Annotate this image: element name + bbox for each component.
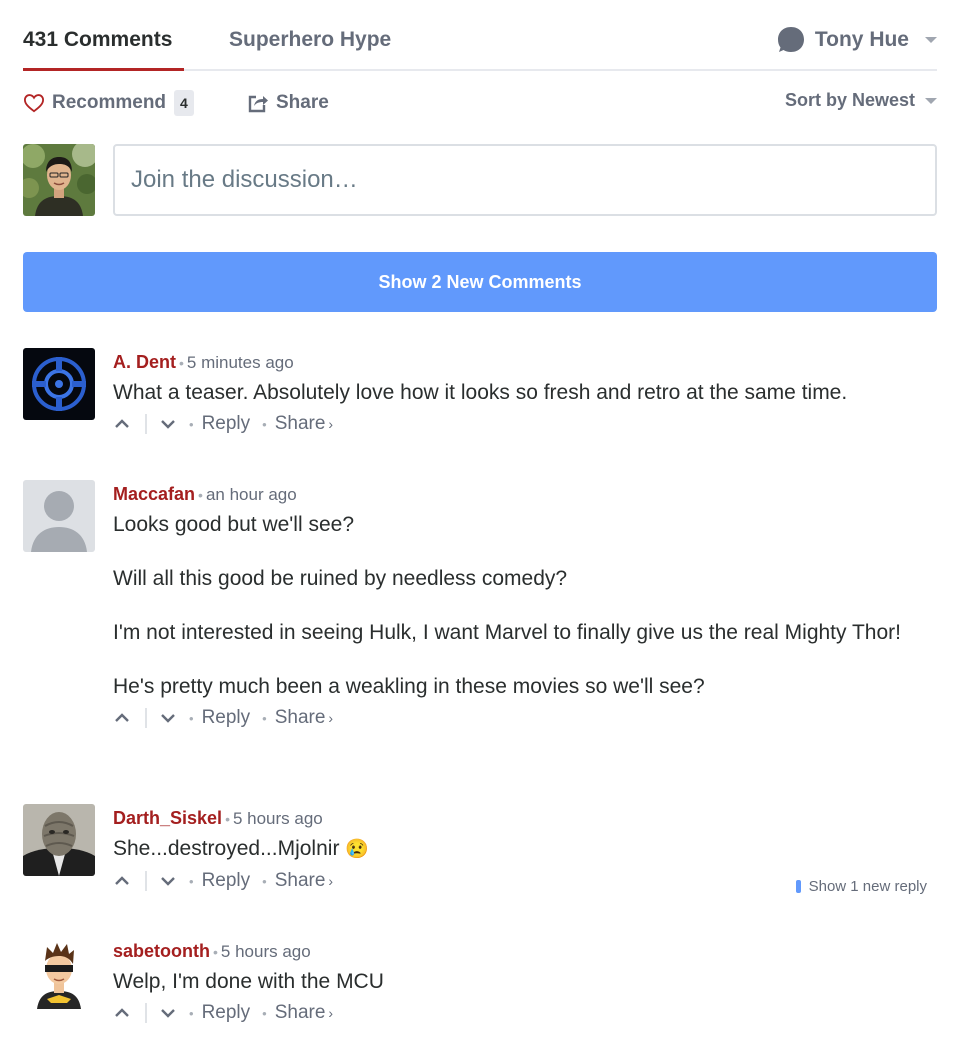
tab-comments[interactable]: 431 Comments: [23, 28, 172, 52]
crying-face-emoji: 😢: [345, 839, 369, 860]
downvote-icon[interactable]: [159, 711, 177, 725]
comment-author[interactable]: Darth_Siskel: [113, 808, 222, 828]
comment-timestamp[interactable]: 5 minutes ago: [187, 353, 294, 372]
new-reply-label: Show 1 new reply: [808, 878, 927, 895]
vote-divider: [145, 708, 147, 728]
separator-dot: •: [262, 1005, 267, 1021]
separator-dot: •: [213, 944, 218, 960]
active-tab-indicator: [23, 68, 184, 71]
sort-dropdown[interactable]: Sort by Newest: [785, 90, 937, 111]
upvote-icon[interactable]: [113, 417, 131, 431]
share-link-label: Share: [274, 707, 326, 728]
avatar[interactable]: [23, 937, 95, 1009]
comment-footer: • Reply • Share ›: [113, 706, 937, 730]
chevron-right-icon: ›: [328, 873, 334, 889]
comment-paragraph: I'm not interested in seeing Hulk, I wan…: [113, 621, 901, 644]
tab-community[interactable]: Superhero Hype: [229, 28, 391, 52]
share-link-label: Share: [274, 1002, 326, 1023]
upvote-icon[interactable]: [113, 711, 131, 725]
comment-footer: • Reply • Share ›: [113, 1001, 937, 1025]
avatar[interactable]: [23, 804, 95, 876]
comment-author[interactable]: A. Dent: [113, 352, 176, 372]
comment-paragraph-text: She...destroyed...Mjolnir: [113, 837, 340, 860]
avatar[interactable]: [23, 480, 95, 552]
heart-icon: [23, 94, 45, 113]
separator-dot: •: [198, 487, 203, 503]
separator-dot: •: [189, 416, 194, 432]
separator-dot: •: [189, 710, 194, 726]
reply-link[interactable]: Reply: [202, 870, 251, 892]
recommend-button[interactable]: Recommend 4: [23, 90, 194, 116]
recommend-label: Recommend: [52, 92, 167, 113]
share-link[interactable]: Share ›: [275, 1002, 333, 1024]
show-new-comments-button[interactable]: Show 2 New Comments: [23, 252, 937, 312]
recommend-count-badge: 4: [174, 90, 194, 116]
comment-paragraph: He's pretty much been a weakling in thes…: [113, 675, 705, 698]
separator-dot: •: [262, 710, 267, 726]
share-link-label: Share: [274, 870, 326, 891]
reply-link[interactable]: Reply: [202, 413, 251, 435]
downvote-icon[interactable]: [159, 874, 177, 888]
avatar[interactable]: [23, 348, 95, 420]
comment-text: She...destroyed...Mjolnir 😢: [113, 833, 937, 865]
comment-timestamp[interactable]: 5 hours ago: [233, 809, 323, 828]
share-link[interactable]: Share ›: [275, 870, 333, 892]
separator-dot: •: [189, 873, 194, 889]
chat-bubble-icon: [777, 27, 804, 52]
vote-divider: [145, 414, 147, 434]
share-link[interactable]: Share ›: [275, 413, 333, 435]
downvote-icon[interactable]: [159, 1006, 177, 1020]
share-icon: [248, 95, 268, 113]
comment-author[interactable]: Maccafan: [113, 484, 195, 504]
separator-dot: •: [179, 355, 184, 371]
sort-label: Sort by Newest: [784, 90, 915, 110]
comment-paragraph: She...destroyed...Mjolnir 😢: [113, 833, 937, 865]
upvote-icon[interactable]: [113, 1006, 131, 1020]
comment-text: Welp, I'm done with the MCU: [113, 966, 937, 997]
new-reply-indicator: [795, 880, 801, 893]
share-link[interactable]: Share ›: [275, 707, 333, 729]
separator-dot: •: [225, 811, 230, 827]
vote-divider: [145, 1003, 147, 1023]
chevron-down-icon: [925, 37, 937, 43]
show-new-reply-link[interactable]: Show 1 new reply: [795, 878, 927, 895]
comment-timestamp[interactable]: an hour ago: [206, 485, 297, 504]
discussion-input[interactable]: [113, 144, 937, 216]
comment-paragraph: Will all this good be ruined by needless…: [113, 567, 568, 590]
chevron-right-icon: ›: [328, 416, 334, 432]
vote-divider: [145, 871, 147, 891]
chevron-right-icon: ›: [328, 710, 334, 726]
chevron-down-icon: [925, 97, 937, 104]
comment-paragraph: Looks good but we'll see?: [113, 513, 355, 536]
top-nav: 431 Comments Superhero Hype Tony Hue: [23, 0, 937, 72]
share-link-label: Share: [274, 413, 326, 434]
separator-dot: •: [189, 1005, 194, 1021]
current-user-avatar: [23, 144, 95, 216]
downvote-icon[interactable]: [159, 417, 177, 431]
share-label: Share: [276, 92, 329, 113]
user-menu[interactable]: Tony Hue: [777, 26, 937, 54]
reply-link[interactable]: Reply: [202, 1002, 251, 1024]
comment-paragraph: Welp, I'm done with the MCU: [113, 970, 384, 993]
share-thread-button[interactable]: Share: [247, 92, 329, 114]
upvote-icon[interactable]: [113, 874, 131, 888]
comment-paragraph: What a teaser. Absolutely love how it lo…: [113, 381, 848, 404]
user-name: Tony Hue: [814, 28, 909, 51]
comment-text: Looks good but we'll see? Will all this …: [113, 509, 937, 702]
chevron-right-icon: ›: [328, 1005, 334, 1021]
action-bar: Recommend 4 Share Sort by Newest: [23, 88, 937, 120]
comment-text: What a teaser. Absolutely love how it lo…: [113, 377, 937, 408]
separator-dot: •: [262, 416, 267, 432]
reply-link[interactable]: Reply: [202, 707, 251, 729]
separator-dot: •: [262, 873, 267, 889]
comment-author[interactable]: sabetoonth: [113, 941, 210, 961]
comment-footer: • Reply • Share ›: [113, 412, 937, 436]
comment-timestamp[interactable]: 5 hours ago: [221, 942, 311, 961]
